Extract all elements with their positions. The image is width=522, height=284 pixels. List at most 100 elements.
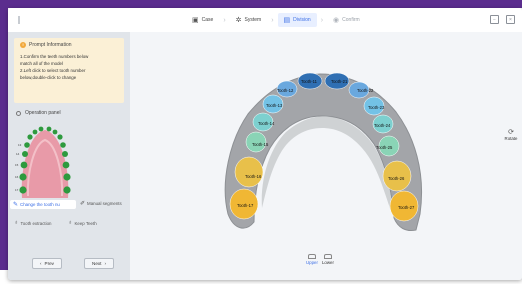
keep-teeth-label: Keep Teeth <box>74 220 97 226</box>
step-arrow-icon: › <box>320 16 324 24</box>
prompt-line: below,double-click to change <box>20 75 77 80</box>
close-button[interactable]: × <box>506 15 515 24</box>
chart-tooth[interactable] <box>62 161 70 169</box>
minimize-button[interactable]: − <box>490 15 499 24</box>
upper-jaw-icon <box>307 254 316 259</box>
step-system[interactable]: ✲ System <box>230 13 268 27</box>
prompt-title-row: ! Prompt Information <box>20 42 118 48</box>
chart-tooth[interactable] <box>57 134 63 140</box>
edit-icon: ✎ <box>13 202 19 208</box>
keep-teeth-button[interactable]: ♁ Keep Teeth <box>68 220 97 226</box>
tooth-label: Tooth-13 <box>266 103 283 108</box>
check-circle-icon: ◉ <box>333 17 340 24</box>
chart-tooth[interactable] <box>19 173 27 181</box>
step-case[interactable]: ▣ Case <box>186 13 219 27</box>
tooth-label: Tooth-12 <box>277 88 294 93</box>
tooth-icon: ♁ <box>68 220 73 226</box>
chart-tooth[interactable] <box>63 173 71 181</box>
step-arrow-icon: › <box>223 16 226 24</box>
chart-label: 17 <box>15 188 19 192</box>
tooth-division-icon: ▤ <box>283 17 291 24</box>
step-confirm[interactable]: ◉ Confirm <box>327 13 366 27</box>
chart-tooth[interactable] <box>32 129 38 135</box>
prompt-info-box: ! Prompt Information 1.Confirm the teeth… <box>14 38 124 103</box>
prompt-line: 2.Left click to select tooth number <box>20 68 86 73</box>
upper-jaw-button[interactable]: Upper <box>306 254 318 265</box>
next-button[interactable]: Next › <box>84 258 114 269</box>
prev-button[interactable]: ‹ Prev <box>32 258 62 269</box>
chart-label: 16 <box>15 175 19 179</box>
tooth-chart[interactable]: 17 16 15 14 13 <box>14 120 76 202</box>
chart-labels: 17 16 15 14 13 <box>15 143 22 192</box>
tooth-icon: ♁ <box>14 220 19 226</box>
menu-handle-icon[interactable] <box>18 16 20 24</box>
change-tooth-label: Change the tooth nu <box>20 202 60 207</box>
pen-icon: ✐ <box>80 201 86 207</box>
tooth-label: Tooth-22 <box>357 88 374 93</box>
chart-tooth[interactable] <box>46 126 52 132</box>
chart-tooth[interactable] <box>63 186 71 194</box>
change-tooth-number-button[interactable]: ✎ Change the tooth nu <box>10 200 76 209</box>
model-viewport[interactable]: Tooth-11 Tooth-21 Tooth-12 Tooth-22 Toot… <box>130 32 522 280</box>
tooth-label: Tooth-16 <box>245 174 262 179</box>
chart-label: 14 <box>16 152 20 156</box>
background-band-top <box>0 0 522 8</box>
next-arrow-icon: › <box>104 261 106 266</box>
tooth-label: Tooth-15 <box>252 142 269 147</box>
top-bar: ▣ Case › ✲ System › ▤ Division › ◉ Confi… <box>8 8 522 33</box>
prev-label: Prev <box>44 261 54 266</box>
tooth-16[interactable] <box>234 156 264 188</box>
tooth-label: Tooth-24 <box>374 123 391 128</box>
left-sidebar: ! Prompt Information 1.Confirm the teeth… <box>8 32 131 280</box>
chart-tooth[interactable] <box>52 129 58 135</box>
chart-tooth[interactable] <box>22 151 28 157</box>
step-division[interactable]: ▤ Division <box>277 13 317 27</box>
prev-arrow-icon: ‹ <box>40 261 42 266</box>
dental-arch-model[interactable]: Tooth-11 Tooth-21 Tooth-12 Tooth-22 Toot… <box>130 32 522 280</box>
lower-jaw-button[interactable]: Lower <box>322 254 334 265</box>
warning-icon: ! <box>20 42 26 48</box>
lower-jaw-icon <box>323 254 332 259</box>
chart-tooth[interactable] <box>24 142 30 148</box>
operation-panel-title: Operation panel <box>16 110 61 116</box>
next-label: Next <box>92 261 102 266</box>
step-case-label: Case <box>201 17 214 23</box>
chart-label: 15 <box>15 163 19 167</box>
operation-panel-label: Operation panel <box>25 110 61 116</box>
tooth-extraction-label: Tooth extraction <box>20 220 52 226</box>
step-division-label: Division <box>293 17 311 23</box>
jaw-switch: Upper Lower <box>306 254 334 265</box>
prompt-line: 1.Confirm the teeth numbers below <box>20 54 89 59</box>
gear-icon: ✲ <box>235 17 242 24</box>
tooth-extraction-button[interactable]: ♁ Tooth extraction <box>14 220 52 226</box>
chart-tooth[interactable] <box>60 142 66 148</box>
panel-icon <box>16 110 21 116</box>
chart-tooth[interactable] <box>19 186 27 194</box>
prompt-title: Prompt Information <box>29 42 72 48</box>
step-system-label: System <box>244 17 262 23</box>
lower-label: Lower <box>321 260 334 265</box>
manual-segments-label: Manual segments <box>87 201 122 206</box>
upper-label: Upper <box>306 260 318 265</box>
manual-segments-button[interactable]: ✐ Manual segments <box>80 200 122 207</box>
workflow-steps: ▣ Case › ✲ System › ▤ Division › ◉ Confi… <box>186 13 366 27</box>
tooth-label: Tooth-14 <box>258 121 275 126</box>
tooth-label: Tooth-23 <box>368 105 385 110</box>
chart-tooth[interactable] <box>20 161 28 169</box>
prompt-line: match all of the model <box>20 61 63 66</box>
briefcase-icon: ▣ <box>192 17 199 24</box>
tooth-label: Tooth-11 <box>301 79 318 84</box>
rotate-button[interactable]: ⟳ Rotate <box>504 128 518 141</box>
tooth-label: Tooth-27 <box>398 205 415 210</box>
chart-tooth[interactable] <box>62 151 68 157</box>
rotate-label: Rotate <box>504 136 518 141</box>
tooth-label: Tooth-26 <box>388 176 405 181</box>
chart-label: 13 <box>18 143 22 147</box>
background-band-left <box>0 0 8 270</box>
chart-tooth[interactable] <box>27 134 33 140</box>
chart-tooth[interactable] <box>38 126 44 132</box>
tooth-label: Tooth-21 <box>331 79 348 84</box>
tooth-label: Tooth-25 <box>376 145 393 150</box>
app-window: ▣ Case › ✲ System › ▤ Division › ◉ Confi… <box>8 8 522 280</box>
tooth-label: Tooth-17 <box>237 203 254 208</box>
